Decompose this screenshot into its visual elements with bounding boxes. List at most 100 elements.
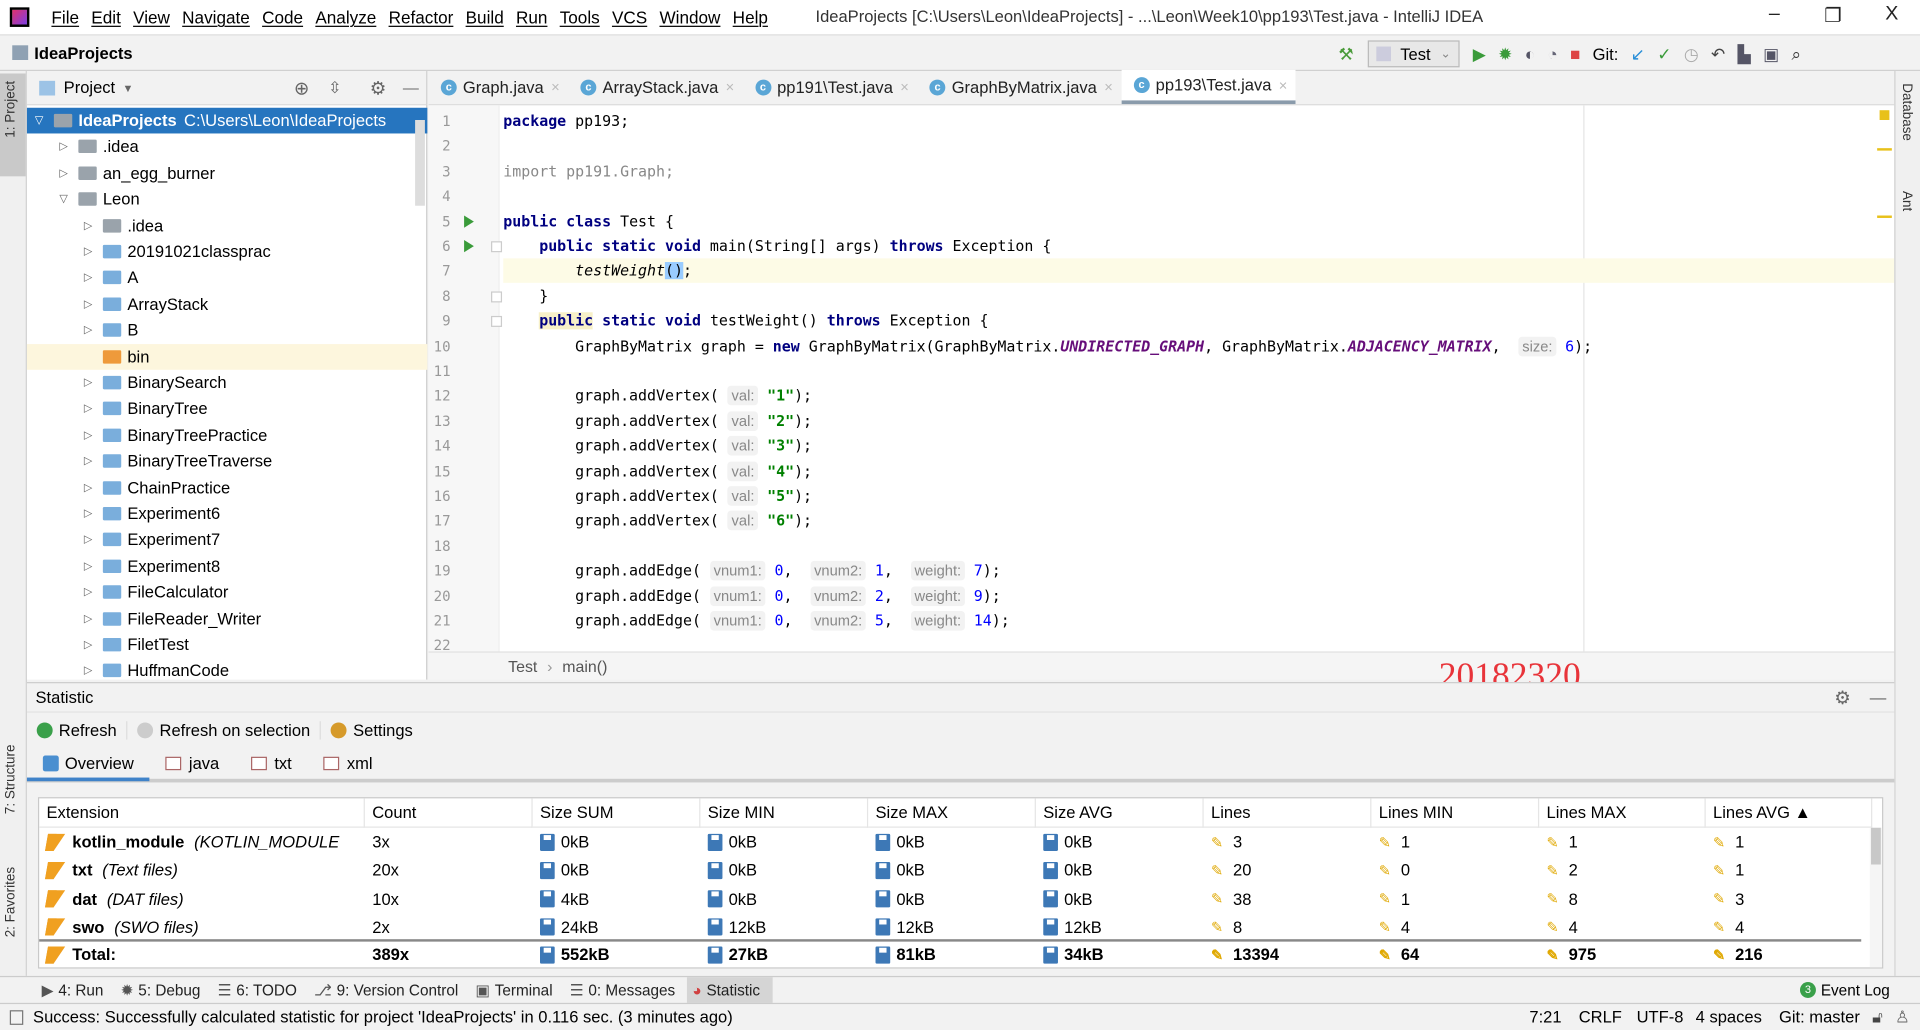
- chevron-down-icon[interactable]: ▽: [56, 192, 71, 205]
- menu-file[interactable]: File: [51, 7, 79, 27]
- project-breadcrumb[interactable]: IdeaProjects: [34, 43, 132, 61]
- tool-window-6-todo[interactable]: ☰ 6: TODO: [213, 977, 309, 1004]
- chevron-right-icon[interactable]: ▷: [81, 559, 96, 572]
- tab-pp193-test-java[interactable]: c pp193\Test.java ×: [1121, 69, 1296, 105]
- code-line[interactable]: }: [503, 284, 1894, 308]
- stat-tab-xml[interactable]: xml: [308, 748, 389, 779]
- restore-button[interactable]: ❐: [1815, 4, 1852, 28]
- chevron-right-icon[interactable]: ▷: [81, 638, 96, 651]
- code-line[interactable]: public static void main(String[] args) t…: [503, 234, 1894, 258]
- chevron-right-icon[interactable]: ▷: [81, 586, 96, 599]
- profile-icon[interactable]: ◔: [1547, 44, 1557, 64]
- chevron-right-icon[interactable]: ▷: [56, 140, 71, 153]
- indent-setting[interactable]: 4 spaces: [1696, 1008, 1762, 1026]
- debug-icon[interactable]: ✹: [1498, 43, 1512, 64]
- code-line[interactable]: graph.addVertex( val: "5");: [503, 484, 1894, 508]
- search-icon[interactable]: ⌕: [1792, 43, 1802, 64]
- chevron-right-icon[interactable]: ▷: [81, 271, 96, 284]
- table-row[interactable]: txt (Text files) 20x 0kB 0kB 0kB 0kB ✎ 20 ✎ 0 ✎ 2 ✎ 1: [39, 856, 1861, 884]
- coverage-icon[interactable]: ◐: [1525, 44, 1535, 64]
- tree-item[interactable]: ▷ Experiment8: [27, 553, 427, 579]
- tree-item[interactable]: ▷ 20191021classprac: [27, 239, 427, 265]
- tab-graph-java[interactable]: c Graph.java ×: [429, 70, 569, 104]
- tree-scrollbar[interactable]: [415, 120, 425, 206]
- total-row[interactable]: Total: 389x 552kB 27kB 81kB 34kB ✎ 13394 ✎ 64 ✎ 975…: [39, 940, 1861, 968]
- tree-item[interactable]: ▷ BinaryTree: [27, 396, 427, 422]
- stat-tab-txt[interactable]: txt: [235, 748, 308, 779]
- tree-item[interactable]: ▷ BinarySearch: [27, 370, 427, 396]
- code-line[interactable]: testWeight();: [503, 258, 1895, 284]
- chevron-down-icon[interactable]: ▽: [32, 114, 47, 127]
- breadcrumb-item[interactable]: main(): [562, 657, 607, 675]
- git-rollback-icon[interactable]: ↶: [1711, 43, 1725, 64]
- code-line[interactable]: public class Test {: [503, 209, 1894, 233]
- column-header[interactable]: Count: [364, 798, 533, 828]
- chevron-right-icon[interactable]: ▷: [81, 219, 96, 232]
- code-line[interactable]: graph.addEdge( vnum1: 0, vnum2: 5, weigh…: [503, 609, 1894, 633]
- status-message[interactable]: Success: Successfully calculated statist…: [33, 1008, 733, 1026]
- refresh-on-selection-button[interactable]: Refresh on selection: [137, 721, 322, 740]
- stat-tab-overview[interactable]: Overview: [26, 750, 150, 781]
- tree-item[interactable]: ▷ FileCalculator: [27, 579, 427, 605]
- tool-window-statistic[interactable]: ◕ Statistic: [687, 976, 773, 1004]
- menu-help[interactable]: Help: [733, 7, 768, 27]
- inspector-icon[interactable]: ♙: [1895, 1007, 1910, 1027]
- tree-item[interactable]: ▷ Experiment6: [27, 501, 427, 527]
- status-toggle-icon[interactable]: [9, 1009, 24, 1025]
- tree-item[interactable]: ▽ Leon: [27, 186, 427, 212]
- chevron-right-icon[interactable]: ▷: [81, 428, 96, 441]
- line-separator[interactable]: CRLF: [1579, 1008, 1622, 1026]
- chevron-right-icon[interactable]: ▷: [56, 166, 71, 179]
- chevron-down-icon[interactable]: ▼: [122, 81, 133, 93]
- tool-window-5-debug[interactable]: ✹ 5: Debug: [116, 977, 213, 1004]
- table-row[interactable]: kotlin_module (KOTLIN_MODULE 3x 0kB 0kB 0kB 0k…: [39, 828, 1861, 856]
- code-line[interactable]: [503, 134, 1894, 158]
- close-tab-icon[interactable]: ×: [726, 78, 735, 95]
- column-header[interactable]: Lines: [1203, 798, 1372, 828]
- menu-code[interactable]: Code: [262, 7, 303, 27]
- tree-item[interactable]: ▷ ChainPractice: [27, 475, 427, 501]
- code-line[interactable]: graph.addVertex( val: "3");: [503, 434, 1894, 458]
- close-tab-icon[interactable]: ×: [1279, 77, 1288, 94]
- column-header[interactable]: Lines AVG ▲: [1705, 798, 1873, 828]
- code-line[interactable]: graph.addVertex( val: "4");: [503, 459, 1894, 483]
- caret-position[interactable]: 7:21: [1529, 1008, 1561, 1026]
- code-line[interactable]: graph.addVertex( val: "6");: [503, 509, 1894, 533]
- gear-icon[interactable]: ⚙: [1834, 686, 1850, 709]
- git-branch[interactable]: Git: master: [1779, 1008, 1860, 1026]
- tree-item[interactable]: ▷ ArrayStack: [27, 291, 427, 317]
- chevron-right-icon[interactable]: ▷: [81, 481, 96, 494]
- code-line[interactable]: [503, 184, 1894, 208]
- tab-arraystack-java[interactable]: c ArrayStack.java ×: [568, 70, 743, 104]
- chevron-right-icon[interactable]: ▷: [81, 245, 96, 258]
- git-update-icon[interactable]: ↙: [1631, 43, 1645, 64]
- tool-window-terminal[interactable]: ▣ Terminal: [470, 977, 564, 1004]
- code-area[interactable]: package pp193; import pp191.Graph; public …: [429, 105, 1895, 651]
- hide-icon[interactable]: —: [403, 78, 419, 96]
- tab-graphbymatrix-java[interactable]: c GraphByMatrix.java ×: [917, 70, 1121, 104]
- tree-item[interactable]: ▷ .idea: [27, 134, 427, 160]
- settings-button[interactable]: Settings: [331, 721, 423, 740]
- tool-tab-project[interactable]: 1: Project: [4, 81, 19, 138]
- git-history-icon[interactable]: ◷: [1684, 43, 1699, 64]
- code-line[interactable]: GraphByMatrix graph = new GraphByMatrix(…: [503, 334, 1894, 358]
- close-tab-icon[interactable]: ×: [900, 78, 909, 95]
- column-header[interactable]: Size MIN: [700, 798, 869, 828]
- tool-tab-ant[interactable]: Ant: [1899, 191, 1914, 211]
- column-header[interactable]: Size SUM: [532, 798, 701, 828]
- code-line[interactable]: public static void testWeight() throws E…: [503, 309, 1894, 333]
- tree-item[interactable]: ▷ A: [27, 265, 427, 291]
- tool-tab-favorites[interactable]: 2: Favorites: [4, 867, 19, 937]
- menu-edit[interactable]: Edit: [91, 7, 121, 27]
- column-header[interactable]: Extension: [39, 798, 365, 828]
- tool-tab-structure[interactable]: 7: Structure: [4, 744, 19, 814]
- tree-item[interactable]: ▷ B: [27, 317, 427, 343]
- code-line[interactable]: [503, 359, 1894, 383]
- column-header[interactable]: Lines MAX: [1539, 798, 1706, 828]
- tree-item[interactable]: ▷ HuffmanCode: [27, 658, 427, 684]
- event-log-button[interactable]: 3 Event Log: [1800, 977, 1890, 1004]
- tool-window-9-version-control[interactable]: ⎇ 9: Version Control: [309, 977, 470, 1004]
- file-encoding[interactable]: UTF-8: [1637, 1008, 1684, 1026]
- menu-vcs[interactable]: VCS: [612, 7, 647, 27]
- menu-build[interactable]: Build: [466, 7, 504, 27]
